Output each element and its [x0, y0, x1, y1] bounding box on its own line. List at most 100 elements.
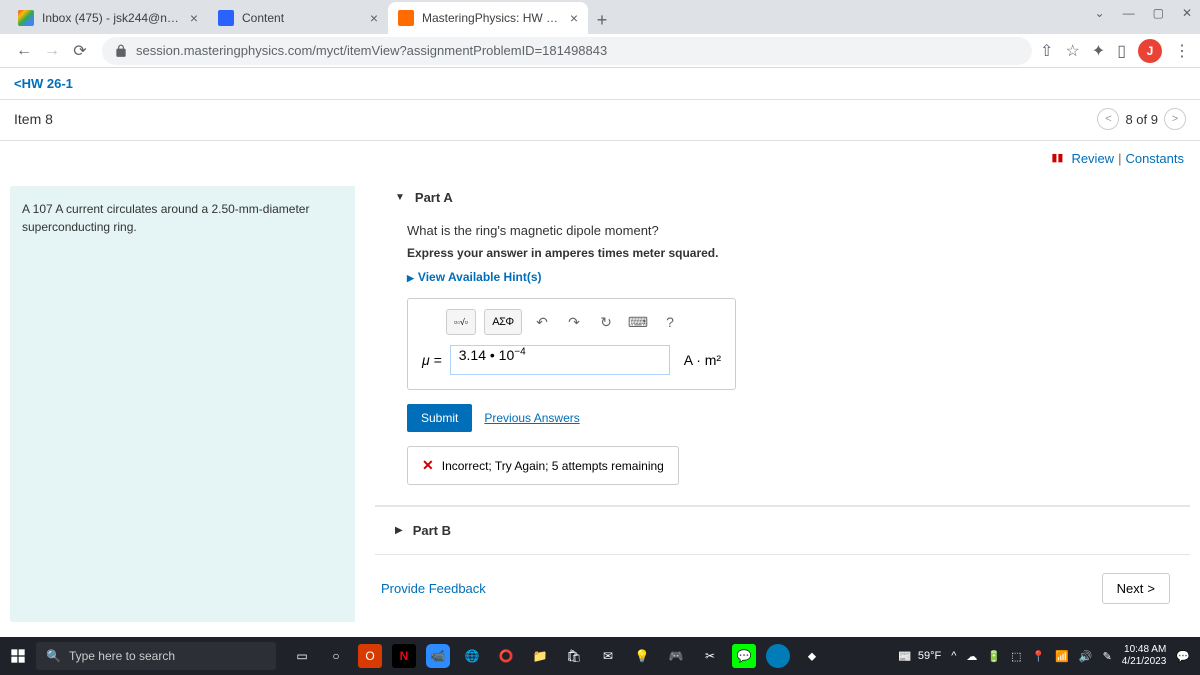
onedrive-icon[interactable]: ☁: [966, 650, 977, 663]
tab-content[interactable]: Content ×: [208, 2, 388, 34]
tab-title: Content: [242, 11, 362, 25]
gmail-icon: [18, 10, 34, 26]
close-icon[interactable]: ×: [190, 10, 198, 26]
constants-link[interactable]: Constants: [1125, 151, 1184, 166]
store-icon[interactable]: 🛍: [562, 644, 586, 668]
browser-actions: ⇧ ☆ ✦ ▯ J ⋮: [1040, 39, 1190, 63]
variable-label: μ =: [422, 352, 442, 368]
submit-row: Submit Previous Answers: [407, 404, 1170, 432]
minimize-icon[interactable]: —: [1123, 6, 1135, 20]
url-text: session.masteringphysics.com/myct/itemVi…: [136, 43, 607, 58]
part-a-title: Part A: [415, 190, 453, 205]
side-panel-icon[interactable]: ▯: [1117, 41, 1126, 61]
news-icon: 📰: [898, 650, 912, 663]
help-icon[interactable]: ?: [658, 309, 682, 335]
breadcrumb[interactable]: <HW 26-1: [14, 76, 73, 91]
reload-button[interactable]: ⟳: [66, 37, 94, 65]
window-controls: ⌄ — ▢ ✕: [1095, 6, 1192, 20]
redo-icon[interactable]: ↷: [562, 309, 586, 335]
snip-icon[interactable]: ✂: [698, 644, 722, 668]
next-button[interactable]: Next >: [1102, 573, 1170, 604]
tips-icon[interactable]: 💡: [630, 644, 654, 668]
zoom-icon[interactable]: 📹: [426, 644, 450, 668]
answer-input[interactable]: 3.14 • 10−4: [450, 345, 670, 375]
extensions-icon[interactable]: ✦: [1092, 41, 1105, 61]
profile-badge[interactable]: J: [1138, 39, 1162, 63]
previous-answers-link[interactable]: Previous Answers: [484, 411, 579, 425]
weather-widget[interactable]: 📰 59°F: [898, 650, 941, 663]
part-a-header[interactable]: ▼ Part A: [375, 176, 1190, 215]
feedback-text: Incorrect; Try Again; 5 attempts remaini…: [442, 459, 664, 473]
touchpad-icon[interactable]: ⬚: [1011, 650, 1021, 663]
back-button[interactable]: ←: [10, 37, 38, 65]
share-icon[interactable]: ⇧: [1040, 41, 1053, 61]
reset-icon[interactable]: ↻: [594, 309, 618, 335]
undo-icon[interactable]: ↶: [530, 309, 554, 335]
bookmark-icon[interactable]: ☆: [1065, 41, 1079, 61]
content-area: A 107 A current circulates around a 2.50…: [0, 176, 1200, 622]
dell-icon[interactable]: [766, 644, 790, 668]
address-bar[interactable]: session.masteringphysics.com/myct/itemVi…: [102, 37, 1032, 65]
close-icon[interactable]: ×: [370, 10, 378, 26]
page-toolbar: ▮▮ Review | Constants: [0, 141, 1200, 176]
answer-value: 3.14 • 10−4: [459, 347, 526, 363]
tab-title: Inbox (475) - jsk244@nau.edu - N: [42, 11, 182, 25]
notifications-icon[interactable]: 💬: [1176, 650, 1190, 663]
netflix-icon[interactable]: N: [392, 644, 416, 668]
explorer-icon[interactable]: 📁: [528, 644, 552, 668]
provide-feedback-link[interactable]: Provide Feedback: [381, 581, 486, 596]
unit-label: A · m²: [684, 352, 721, 368]
mastering-physics-icon: [398, 10, 414, 26]
taskbar-search[interactable]: 🔍 Type here to search: [36, 642, 276, 670]
search-placeholder: Type here to search: [69, 649, 175, 663]
templates-button[interactable]: ▫▫√▫: [446, 309, 476, 335]
part-a-body: What is the ring's magnetic dipole momen…: [375, 215, 1190, 506]
part-b-header[interactable]: ▶ Part B: [375, 506, 1190, 555]
chevron-right-icon: >: [1147, 581, 1155, 596]
forward-button[interactable]: →: [38, 37, 66, 65]
task-view-icon[interactable]: ▭: [290, 644, 314, 668]
keyboard-icon[interactable]: ⌨: [626, 309, 650, 335]
clock[interactable]: 10:48 AM 4/21/2023: [1122, 644, 1167, 668]
location-icon[interactable]: 📍: [1031, 650, 1045, 663]
app-icon[interactable]: 🎮: [664, 644, 688, 668]
temperature: 59°F: [918, 650, 941, 662]
instruction-text: Express your answer in amperes times met…: [407, 246, 1170, 260]
dropbox-icon[interactable]: ⬥: [800, 644, 824, 668]
cortana-icon[interactable]: ○: [324, 644, 348, 668]
greek-symbols-button[interactable]: ΑΣΦ: [484, 309, 522, 335]
close-icon[interactable]: ×: [570, 10, 578, 26]
chrome-icon[interactable]: ⭕: [494, 644, 518, 668]
hints-link[interactable]: ▶View Available Hint(s): [407, 270, 1170, 284]
question-text: What is the ring's magnetic dipole momen…: [407, 223, 1170, 238]
tray-chevron-icon[interactable]: ^: [951, 650, 956, 662]
volume-icon[interactable]: 🔊: [1079, 650, 1093, 663]
prev-item-button[interactable]: <: [1097, 108, 1119, 130]
wifi-icon[interactable]: 📶: [1055, 650, 1069, 663]
taskbar-apps: ▭ ○ O N 📹 🌐 ⭕ 📁 🛍 ✉ 💡 🎮 ✂ 💬 ⬥: [290, 644, 824, 668]
mail-icon[interactable]: ✉: [596, 644, 620, 668]
chevron-down-icon[interactable]: ⌄: [1095, 6, 1105, 20]
tab-mastering-physics[interactable]: MasteringPhysics: HW 26-1 ×: [388, 2, 588, 34]
caret-right-icon: ▶: [395, 525, 403, 536]
feedback-message: ✕ Incorrect; Try Again; 5 attempts remai…: [407, 446, 679, 485]
new-tab-button[interactable]: +: [588, 6, 616, 34]
battery-icon[interactable]: 🔋: [987, 650, 1001, 663]
submit-button[interactable]: Submit: [407, 404, 472, 432]
start-button[interactable]: [10, 648, 26, 664]
maximize-icon[interactable]: ▢: [1153, 6, 1164, 20]
page-header: <HW 26-1: [0, 68, 1200, 100]
chat-icon[interactable]: 💬: [732, 644, 756, 668]
caret-right-icon: ▶: [407, 273, 414, 283]
menu-icon[interactable]: ⋮: [1174, 41, 1190, 61]
edge-icon[interactable]: 🌐: [460, 644, 484, 668]
close-window-icon[interactable]: ✕: [1182, 6, 1192, 20]
office-icon[interactable]: O: [358, 644, 382, 668]
pen-icon[interactable]: ✎: [1103, 650, 1112, 663]
tab-gmail[interactable]: Inbox (475) - jsk244@nau.edu - N ×: [8, 2, 208, 34]
review-link[interactable]: Review: [1071, 151, 1114, 166]
separator: |: [1118, 151, 1121, 166]
footer-row: Provide Feedback Next >: [375, 555, 1190, 622]
x-icon: ✕: [422, 457, 434, 474]
next-item-button[interactable]: >: [1164, 108, 1186, 130]
